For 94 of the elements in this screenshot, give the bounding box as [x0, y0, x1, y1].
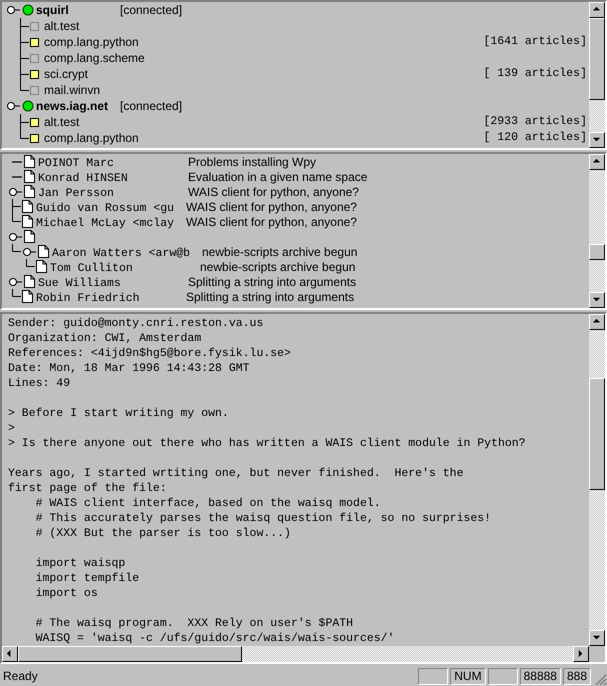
newsgroup-name[interactable]: mail.winvn — [44, 81, 587, 99]
message-line: # WAIS client interface, based on the waisq model. — [34, 497, 381, 510]
article-count: [ 139 articles] — [483, 66, 587, 82]
document-icon — [22, 290, 33, 303]
article-author: Guido van Rossum <gu — [36, 202, 174, 214]
scroll-up-button[interactable] — [589, 2, 605, 18]
message-line: > Before I start writing my own. — [8, 407, 229, 420]
scroll-left-button[interactable] — [2, 646, 18, 662]
tree-line — [26, 259, 35, 268]
article-subject: WAIS client for python, anyone? — [186, 198, 357, 216]
scroll-thumb[interactable] — [589, 244, 605, 260]
server-status: [connected] — [120, 98, 182, 115]
newsgroup-name[interactable]: alt.test — [44, 17, 587, 35]
document-icon — [24, 275, 35, 288]
document-icon — [22, 215, 33, 228]
document-icon — [24, 185, 35, 198]
newsgroup-name[interactable]: sci.crypt — [44, 65, 484, 83]
article-author: Michael McLay <mclay — [36, 216, 174, 230]
status-panel — [418, 668, 448, 684]
arrow-icon — [593, 136, 601, 144]
message-line: Years ago, I started wrtiting one, but never finished. Here's the — [8, 467, 464, 480]
leaf-dash-icon — [12, 176, 22, 178]
message-line: import tempfile — [34, 572, 140, 585]
article-author: Aaron Watters <arw@b — [52, 246, 190, 260]
message-line: References: <4ijd9n$hg5@bore.fysik.lu.se> — [8, 347, 291, 360]
scroll-down-button[interactable] — [589, 132, 605, 148]
article-author: Jan Persson — [38, 186, 114, 200]
article-subject: Problems installing Wpy — [188, 154, 316, 170]
newsgroup-name[interactable]: comp.lang.python — [44, 129, 484, 147]
tree-line — [12, 289, 21, 298]
article-author: Robin Friedrich — [36, 292, 140, 304]
horizontal-scrollbar[interactable] — [2, 646, 589, 662]
scroll-thumb[interactable] — [18, 646, 242, 662]
message-line: WAISQ = 'waisq -c /ufs/guido/src/wais/wais-sources/' — [34, 632, 394, 645]
status-message: Ready — [3, 668, 39, 685]
article-count: [1641 articles] — [483, 34, 587, 50]
message-line: Organization: CWI, Amsterdam — [8, 332, 202, 345]
vertical-scrollbar[interactable] — [589, 314, 605, 646]
message-line: first page of the file: — [8, 482, 167, 495]
article-count: [ 120 articles] — [483, 130, 587, 146]
vertical-scrollbar[interactable] — [589, 2, 605, 148]
status-panel: NUM — [450, 668, 486, 684]
article-author: Sue Williams — [38, 276, 121, 290]
status-panel — [488, 668, 518, 684]
article-count: [2933 articles] — [483, 114, 587, 130]
article-subject: Evaluation in a given name space — [188, 168, 368, 186]
message-line: Date: Mon, 18 Mar 1996 14:43:28 GMT — [8, 362, 250, 375]
server-name[interactable]: squirl — [36, 2, 116, 19]
article-subject: Splitting a string into arguments — [186, 288, 354, 306]
newsgroup-name[interactable]: comp.lang.scheme — [44, 49, 587, 67]
scroll-down-button[interactable] — [589, 292, 605, 308]
leaf-dash-icon — [12, 160, 22, 162]
tree-line — [20, 34, 29, 50]
article-author: Konrad HINSEN — [38, 172, 128, 184]
message-line: # This accurately parses the waisq question file, so no surprises! — [34, 512, 492, 525]
article-author: Tom Culliton — [50, 262, 133, 274]
article-subject: newbie-scripts archive begun — [200, 258, 356, 276]
message-line: import waisqp — [34, 557, 126, 570]
status-panel: 88888 — [520, 668, 561, 684]
article-subject: newbie-scripts archive begun — [202, 244, 358, 260]
message-line: Sender: guido@monty.cnri.reston.va.us — [8, 317, 264, 330]
scroll-up-button[interactable] — [589, 314, 605, 330]
document-icon — [22, 200, 33, 213]
scroll-down-button[interactable] — [589, 630, 605, 646]
scroll-thumb[interactable] — [589, 18, 605, 100]
article-subject: WAIS client for python, anyone? — [188, 184, 359, 200]
document-icon — [36, 260, 47, 273]
scroll-right-button[interactable] — [573, 646, 589, 662]
newsgroup-name[interactable]: comp.lang.python — [44, 33, 484, 51]
scroll-thumb[interactable] — [589, 378, 605, 490]
server-status: [connected] — [120, 2, 182, 19]
message-line: # The waisq program. XXX Rely on user's $PATH — [34, 617, 354, 630]
arrow-icon — [593, 296, 601, 304]
message-line: Lines: 49 — [8, 377, 70, 390]
resize-grip-icon — [593, 672, 607, 686]
tree-line — [12, 244, 21, 252]
tree-line — [20, 50, 29, 66]
scroll-up-button[interactable] — [589, 154, 605, 170]
vertical-scrollbar[interactable] — [589, 154, 605, 308]
message-line: > Is there anyone out there who has written a WAIS client module in Python? — [8, 437, 526, 450]
document-icon — [38, 245, 49, 258]
server-name[interactable]: news.iag.net — [36, 97, 116, 115]
article-author: POINOT Marc — [38, 156, 114, 170]
message-line: # (XXX But the parser is too slow...) — [34, 527, 291, 540]
article-subject: Splitting a string into arguments — [188, 274, 356, 290]
article-subject: WAIS client for python, anyone? — [186, 214, 357, 230]
document-icon — [24, 170, 35, 183]
tree-line — [20, 18, 29, 34]
message-line: import os — [34, 587, 98, 600]
document-icon — [24, 155, 35, 168]
message-line: > — [8, 422, 15, 435]
newsgroup-name[interactable]: alt.test — [44, 113, 484, 131]
document-icon — [24, 230, 35, 243]
status-panel: 888 — [562, 668, 591, 684]
